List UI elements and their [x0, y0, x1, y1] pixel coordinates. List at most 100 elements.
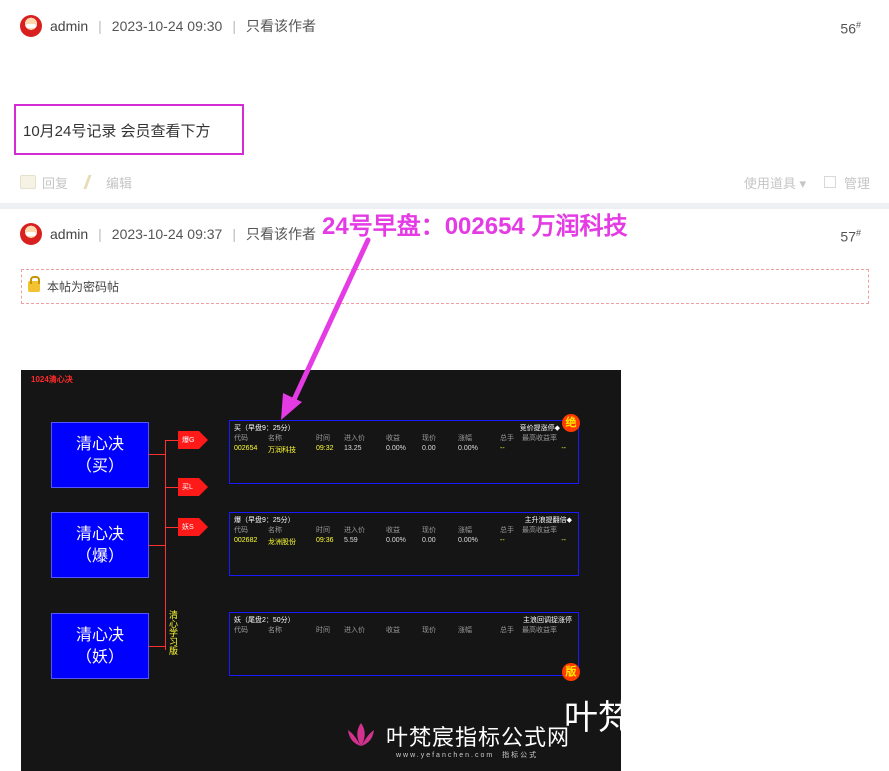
author-only-link[interactable]: 只看该作者 [246, 224, 316, 244]
panel-tag: 主升浪提翻倍◆ [524, 517, 572, 524]
box-line2: （妖） [75, 647, 124, 666]
post-header: admin | 2023-10-24 09:30 | 只看该作者 [20, 14, 316, 38]
col-volume: 总手 [500, 527, 514, 534]
col-max-gain: 最高收益率 [522, 627, 557, 634]
divider: | [232, 226, 236, 242]
panel-header-row: 代码 名称 时间 进入价 收益 现价 涨幅 总手 最高收益率 [234, 433, 576, 443]
col-time: 时间 [316, 627, 330, 634]
watermark-url-sub: 指标公式 [502, 752, 539, 759]
floor-number[interactable]: 57# [840, 228, 861, 245]
connector-line [165, 487, 178, 488]
cell-gain: 0.00% [386, 445, 406, 452]
author-name[interactable]: admin [50, 18, 88, 34]
panel-tag: 竞价提涨停◆ [519, 425, 560, 432]
cell-volume: -- [500, 445, 505, 452]
connector-line [165, 527, 178, 528]
col-time: 时间 [316, 435, 330, 442]
col-code: 代码 [234, 527, 248, 534]
cell-time: 09:36 [316, 537, 334, 544]
connector-line [165, 440, 178, 441]
panel-buy: 买（早盘9：25分） 竞价提涨停◆ 代码 名称 时间 进入价 收益 现价 涨幅 … [229, 414, 580, 484]
col-entry: 进入价 [344, 627, 365, 634]
avatar[interactable] [20, 223, 42, 245]
col-entry: 进入价 [344, 527, 365, 534]
edit-label: 编辑 [106, 175, 133, 191]
avatar[interactable] [20, 15, 42, 37]
col-name: 名称 [268, 527, 282, 534]
badge-ban: 版 [562, 663, 580, 681]
watermark-url: www.yefanchen.com 指标公式 [396, 750, 538, 760]
connector-line [149, 545, 165, 546]
divider: | [98, 18, 102, 34]
box-line1: 清心决 [75, 625, 124, 644]
panel-data-row: 002682 龙洲股份 09:36 5.59 0.00% 0.00 0.00% … [234, 537, 576, 547]
col-gain: 收益 [386, 627, 400, 634]
cell-entry: 5.59 [344, 537, 358, 544]
strategy-box-burst: 清心决 （爆） [51, 512, 149, 578]
tools-dropdown[interactable]: 使用道具 ▾ [744, 173, 806, 192]
floor-value: 56 [840, 20, 856, 37]
cell-code: 002682 [234, 537, 258, 544]
post-header: admin | 2023-10-24 09:37 | 只看该作者 [20, 222, 316, 246]
panel-title: 爆（早盘9：25分） [234, 517, 295, 524]
author-only-link[interactable]: 只看该作者 [246, 16, 316, 36]
indicator-screenshot: 1024清心决 清心决 （买） 清心决 （爆） 清心决 （妖） 爆G 买L 妖S… [21, 370, 621, 771]
connector-line [149, 454, 165, 455]
box-line2: （买） [75, 456, 124, 475]
watermark-big-text: 叶梵 [564, 699, 621, 737]
cell-entry: 13.25 [344, 445, 362, 452]
cell-change: 0.00% [458, 445, 478, 452]
pencil-icon [83, 175, 103, 189]
col-change: 涨幅 [458, 527, 472, 534]
author-name[interactable]: admin [50, 226, 88, 242]
floor-number[interactable]: 56# [840, 20, 861, 37]
col-gain: 收益 [386, 435, 400, 442]
panel-tag: 主浪回调捉涨停 [523, 617, 572, 624]
panel-title: 妖（尾盘2：50分） [234, 617, 295, 624]
col-change: 涨幅 [458, 435, 472, 442]
col-price: 现价 [422, 627, 436, 634]
password-notice-text: 本帖为密码帖 [47, 280, 120, 294]
flag-buy: 买L [178, 478, 208, 496]
col-price: 现价 [422, 527, 436, 534]
cell-max-gain: -- [561, 537, 566, 544]
cell-price: 0.00 [422, 445, 436, 452]
col-change: 涨幅 [458, 627, 472, 634]
divider: | [232, 18, 236, 34]
box-line1: 清心决 [75, 524, 124, 543]
cell-price: 0.00 [422, 537, 436, 544]
watermark-url-text: www.yefanchen.com [396, 752, 495, 759]
col-max-gain: 最高收益率 [522, 435, 557, 442]
floor-value: 57 [840, 228, 856, 245]
manage-label[interactable]: 管理 [844, 173, 870, 192]
col-max-gain: 最高收益率 [522, 527, 557, 534]
cell-name: 龙洲股份 [268, 539, 296, 546]
panel-burst: 爆（早盘9：25分） 主升浪提翻倍◆ 代码 名称 时间 进入价 收益 现价 涨幅… [229, 512, 579, 576]
cell-volume: -- [500, 537, 505, 544]
cell-time: 09:32 [316, 445, 334, 452]
strategy-box-demon: 清心决 （妖） [51, 613, 149, 679]
post-tools: 使用道具 ▾ 管理 [744, 173, 870, 192]
col-gain: 收益 [386, 527, 400, 534]
col-volume: 总手 [500, 435, 514, 442]
flag-burst: 爆G [178, 431, 208, 449]
col-volume: 总手 [500, 627, 514, 634]
reply-icon [20, 175, 36, 189]
panel-data-row: 002654 万润科技 09:32 13.25 0.00% 0.00 0.00%… [234, 445, 576, 455]
cell-max-gain: -- [561, 445, 566, 452]
reply-label: 回复 [42, 175, 69, 191]
box-line1: 清心决 [75, 434, 124, 453]
reply-button[interactable]: 回复 [20, 173, 68, 192]
password-notice: 本帖为密码帖 [21, 269, 869, 304]
col-name: 名称 [268, 627, 282, 634]
post-datetime: 2023-10-24 09:30 [111, 18, 223, 34]
flag-demon: 妖S [178, 518, 208, 536]
manage-checkbox[interactable] [823, 176, 836, 188]
post-content-text: 10月24号记录 会员查看下方 [23, 123, 211, 140]
col-entry: 进入价 [344, 435, 365, 442]
edit-button[interactable]: 编辑 [83, 173, 133, 192]
floor-mark: # [855, 20, 861, 30]
post-actions: 回复 编辑 使用道具 ▾ 管理 [20, 171, 870, 193]
panel-title: 买（早盘9：25分） [234, 425, 295, 432]
col-name: 名称 [268, 435, 282, 442]
